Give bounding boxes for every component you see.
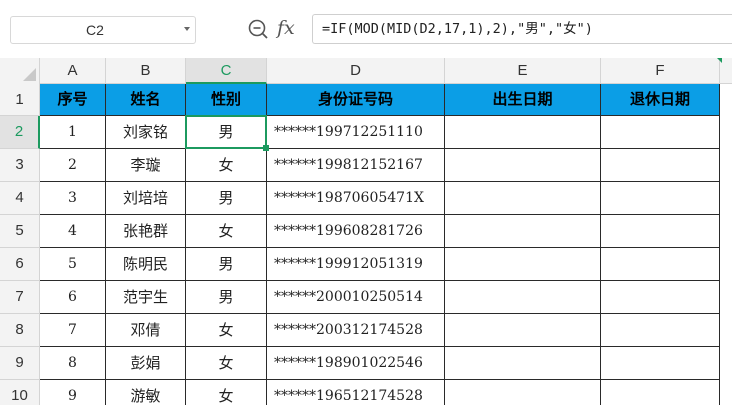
chevron-down-icon[interactable]: [184, 27, 190, 31]
row-header-3[interactable]: 3: [0, 149, 40, 182]
cell-id-number[interactable]: ******198901022546: [267, 347, 445, 380]
cell-seq[interactable]: 9: [40, 380, 106, 405]
formula-input[interactable]: =IF(MOD(MID(D2,17,1),2),"男","女"): [312, 14, 732, 44]
column-header-row: ABCDEF: [0, 58, 732, 84]
cell-gender[interactable]: 男: [186, 281, 267, 314]
cell-id-number[interactable]: ******200010250514: [267, 281, 445, 314]
column-header-e[interactable]: E: [445, 58, 601, 84]
cell-seq[interactable]: 1: [40, 116, 106, 149]
row-header-8[interactable]: 8: [0, 314, 40, 347]
column-header-b[interactable]: B: [106, 58, 186, 84]
row-header-1[interactable]: 1: [0, 84, 40, 116]
cell-name[interactable]: 邓倩: [106, 314, 186, 347]
fill-handle[interactable]: [263, 145, 269, 151]
cell-retire-date[interactable]: [601, 116, 720, 149]
cell-id-number[interactable]: ******196512174528: [267, 380, 445, 405]
cell-id-number[interactable]: ******200312174528: [267, 314, 445, 347]
cell-retire-date[interactable]: [601, 149, 720, 182]
cell-birth-date[interactable]: [445, 116, 601, 149]
cell-seq[interactable]: 7: [40, 314, 106, 347]
cell-retire-date[interactable]: [601, 380, 720, 405]
row-header-4[interactable]: 4: [0, 182, 40, 215]
fx-icon[interactable]: fx: [277, 15, 301, 41]
cell-retire-date[interactable]: [601, 215, 720, 248]
cell-retire-date[interactable]: [601, 347, 720, 380]
formula-bar: C2 fx =IF(MOD(MID(D2,17,1),2),"男","女"): [0, 0, 732, 58]
cell-seq[interactable]: 4: [40, 215, 106, 248]
spreadsheet-grid: ABCDEF 1 2 3 4 5 6 7 8 9 10 序号 姓名 性别 身份证号码 出生日期 退休日期 1 刘家…: [0, 58, 732, 405]
cell-name[interactable]: 彭娟: [106, 347, 186, 380]
cell-comment-marker-icon: [717, 58, 722, 63]
cell-seq[interactable]: 6: [40, 281, 106, 314]
cell-name[interactable]: 刘培培: [106, 182, 186, 215]
cell-id-number[interactable]: ******199812152167: [267, 149, 445, 182]
cell-seq[interactable]: 8: [40, 347, 106, 380]
row-header-7[interactable]: 7: [0, 281, 40, 314]
cell-gender[interactable]: 男: [186, 116, 267, 149]
name-box[interactable]: C2: [10, 16, 196, 44]
select-all-corner[interactable]: [0, 58, 40, 84]
header-cell-name[interactable]: 姓名: [106, 84, 186, 116]
row-header-5[interactable]: 5: [0, 215, 40, 248]
row-header-10[interactable]: 10: [0, 380, 40, 405]
row-header-6[interactable]: 6: [0, 248, 40, 281]
cell-name[interactable]: 李璇: [106, 149, 186, 182]
cell-retire-date[interactable]: [601, 314, 720, 347]
header-cell-seq[interactable]: 序号: [40, 84, 106, 116]
header-cell-retire-date[interactable]: 退休日期: [601, 84, 720, 116]
cell-birth-date[interactable]: [445, 314, 601, 347]
cell-seq[interactable]: 3: [40, 182, 106, 215]
cell-id-number[interactable]: ******199712251110: [267, 116, 445, 149]
column-header-c[interactable]: C: [186, 58, 267, 84]
cell-gender[interactable]: 女: [186, 380, 267, 405]
cell-birth-date[interactable]: [445, 149, 601, 182]
cell-retire-date[interactable]: [601, 248, 720, 281]
cell-seq[interactable]: 5: [40, 248, 106, 281]
cell-gender[interactable]: 女: [186, 314, 267, 347]
cell-id-number[interactable]: ******19870605471X: [267, 182, 445, 215]
cell-gender[interactable]: 女: [186, 215, 267, 248]
cell-seq[interactable]: 2: [40, 149, 106, 182]
select-all-triangle-icon: [23, 68, 36, 81]
cell-name[interactable]: 张艳群: [106, 215, 186, 248]
cell-name[interactable]: 游敏: [106, 380, 186, 405]
cell-name[interactable]: 刘家铭: [106, 116, 186, 149]
header-cell-gender[interactable]: 性别: [186, 84, 267, 116]
grid-right-margin: [720, 84, 732, 405]
cell-birth-date[interactable]: [445, 380, 601, 405]
formula-text: =IF(MOD(MID(D2,17,1),2),"男","女"): [322, 21, 593, 37]
header-cell-birth-date[interactable]: 出生日期: [445, 84, 601, 116]
column-header-a[interactable]: A: [40, 58, 106, 84]
cell-birth-date[interactable]: [445, 347, 601, 380]
cell-gender[interactable]: 女: [186, 149, 267, 182]
cell-retire-date[interactable]: [601, 182, 720, 215]
magnifier-zoom-icon[interactable]: [247, 18, 269, 40]
cell-gender[interactable]: 男: [186, 182, 267, 215]
name-box-value: C2: [86, 22, 104, 38]
column-header-f[interactable]: F: [601, 58, 720, 84]
cell-birth-date[interactable]: [445, 182, 601, 215]
cell-birth-date[interactable]: [445, 248, 601, 281]
header-cell-id-number[interactable]: 身份证号码: [267, 84, 445, 116]
row-header-2[interactable]: 2: [0, 116, 40, 149]
cell-retire-date[interactable]: [601, 281, 720, 314]
cell-name[interactable]: 范宇生: [106, 281, 186, 314]
cell-id-number[interactable]: ******199912051319: [267, 248, 445, 281]
column-header-d[interactable]: D: [267, 58, 445, 84]
cell-id-number[interactable]: ******199608281726: [267, 215, 445, 248]
cell-gender[interactable]: 男: [186, 248, 267, 281]
cell-birth-date[interactable]: [445, 215, 601, 248]
cell-birth-date[interactable]: [445, 281, 601, 314]
cell-name[interactable]: 陈明民: [106, 248, 186, 281]
cell-gender[interactable]: 女: [186, 347, 267, 380]
row-header-9[interactable]: 9: [0, 347, 40, 380]
